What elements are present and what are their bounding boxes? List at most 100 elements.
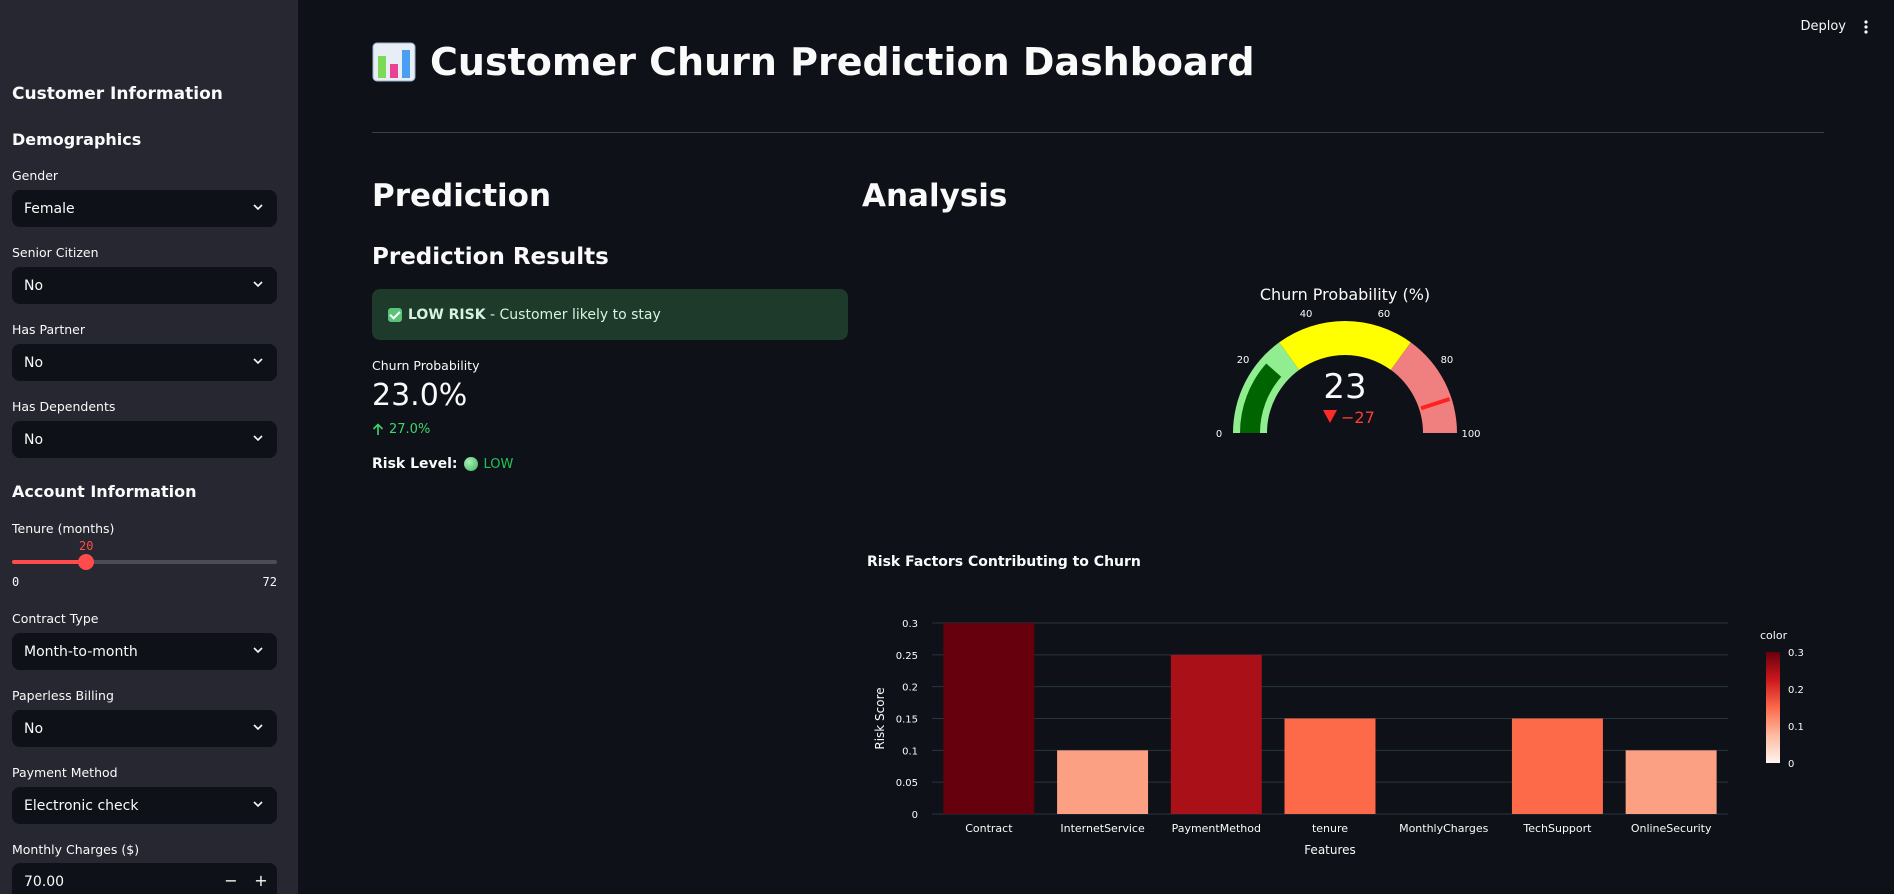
y-tick-label: 0.15	[896, 715, 918, 726]
x-tick-label: InternetService	[1060, 822, 1145, 835]
y-tick-label: 0.1	[902, 746, 918, 757]
increment-button[interactable]: +	[251, 871, 271, 891]
bar-chart-title: Risk Factors Contributing to Churn	[867, 554, 1141, 570]
results-heading: Prediction Results	[372, 244, 609, 270]
colorbar-tick-label: 0.1	[1788, 722, 1804, 733]
success-alert: LOW RISK - Customer likely to stay	[372, 289, 848, 340]
dependents-label: Has Dependents	[12, 399, 116, 414]
payment-value: Electronic check	[24, 797, 139, 814]
chevron-down-icon	[253, 358, 263, 365]
contract-select[interactable]: Month-to-month	[12, 633, 277, 670]
check-icon	[388, 307, 402, 322]
chevron-down-icon	[253, 647, 263, 654]
decrement-button[interactable]: −	[221, 871, 241, 891]
monthly-input[interactable]: 70.00 − +	[12, 863, 277, 894]
gauge-chart: Churn Probability (%) 0 20 40 60 80 100 23−27	[1216, 285, 1481, 440]
x-tick-label: OnlineSecurity	[1631, 822, 1712, 835]
colorbar-title: color	[1760, 629, 1788, 642]
payment-label: Payment Method	[12, 765, 118, 780]
metric-label: Churn Probability	[372, 358, 480, 373]
chevron-down-icon	[253, 724, 263, 731]
colorbar	[1766, 652, 1780, 763]
gauge-tick-label: 20	[1237, 355, 1250, 366]
bar-Contract	[943, 623, 1035, 814]
gauge-tick-label: 0	[1216, 429, 1222, 440]
paperless-select[interactable]: No	[12, 710, 277, 747]
bar-PaymentMethod	[1170, 654, 1262, 814]
senior-select[interactable]: No	[12, 267, 277, 304]
y-tick-label: 0.05	[896, 778, 918, 789]
gauge-delta: −27	[1341, 408, 1375, 427]
x-tick-label: MonthlyCharges	[1399, 822, 1489, 835]
alert-text: - Customer likely to stay	[485, 306, 661, 323]
y-tick-label: 0.25	[896, 651, 918, 662]
page-title-row: Customer Churn Prediction Dashboard	[372, 40, 1255, 84]
gauge-delta-triangle-icon	[1323, 410, 1337, 423]
gauge-step-1	[1279, 321, 1411, 370]
metric-value: 23.0%	[372, 378, 468, 413]
sidebar: Customer Information Demographics Gender…	[0, 0, 298, 894]
chevron-down-icon	[253, 281, 263, 288]
divider	[372, 132, 1824, 133]
risk-label: Risk Level:	[372, 456, 458, 472]
tenure-value: 20	[79, 539, 94, 553]
partner-select[interactable]: No	[12, 344, 277, 381]
monthly-value: 70.00	[24, 873, 65, 890]
x-axis-label: Features	[1304, 843, 1356, 857]
dependents-value: No	[24, 431, 44, 448]
tenure-min: 0	[12, 575, 20, 589]
partner-value: No	[24, 354, 44, 371]
gauge-title: Churn Probability (%)	[1260, 285, 1430, 304]
risk-value: LOW	[483, 456, 514, 472]
contract-value: Month-to-month	[24, 643, 138, 660]
tenure-label: Tenure (months)	[12, 521, 115, 536]
gender-select[interactable]: Female	[12, 190, 277, 227]
tenure-max: 72	[262, 575, 277, 589]
x-tick-label: TechSupport	[1522, 822, 1592, 835]
gauge-tick-label: 40	[1300, 309, 1313, 320]
x-tick-label: PaymentMethod	[1172, 822, 1261, 835]
bar-chart-icon	[372, 42, 416, 82]
account-heading: Account Information	[12, 482, 197, 501]
tenure-slider-thumb[interactable]	[77, 554, 94, 570]
partner-label: Has Partner	[12, 322, 85, 337]
paperless-value: No	[24, 720, 44, 737]
x-tick-label: Contract	[965, 822, 1013, 835]
risk-bar-chart: Risk Factors Contributing to Churn 0 0.05 0…	[867, 554, 1804, 857]
alert-bold: LOW RISK	[408, 306, 486, 323]
colorbar-tick-label: 0.3	[1788, 648, 1804, 659]
contract-label: Contract Type	[12, 611, 99, 626]
bar-OnlineSecurity	[1625, 750, 1717, 814]
gauge-tick-label: 60	[1378, 309, 1391, 320]
metric-delta: 27.0%	[372, 422, 430, 437]
chevron-down-icon	[253, 204, 263, 211]
gauge-tick-label: 100	[1461, 429, 1480, 440]
bar-TechSupport	[1511, 718, 1603, 814]
arrow-up-icon	[372, 423, 384, 435]
tenure-slider-fill	[12, 560, 86, 564]
colorbar-tick-label: 0.2	[1788, 685, 1804, 696]
monthly-label: Monthly Charges ($)	[12, 842, 140, 857]
chevron-down-icon	[253, 801, 263, 808]
demographics-heading: Demographics	[12, 130, 142, 149]
y-tick-label: 0	[912, 810, 918, 821]
payment-select[interactable]: Electronic check	[12, 787, 277, 824]
senior-label: Senior Citizen	[12, 245, 99, 260]
prediction-heading: Prediction	[372, 178, 552, 214]
gender-label: Gender	[12, 168, 59, 183]
x-tick-label: tenure	[1312, 822, 1348, 835]
gauge-tick-label: 80	[1441, 355, 1454, 366]
deploy-button[interactable]: Deploy	[1800, 19, 1846, 34]
page-title: Customer Churn Prediction Dashboard	[430, 40, 1255, 84]
dependents-select[interactable]: No	[12, 421, 277, 458]
senior-value: No	[24, 277, 44, 294]
y-tick-label: 0.3	[902, 619, 918, 630]
analysis-heading: Analysis	[862, 178, 1008, 214]
gauge-value: 23	[1323, 367, 1366, 407]
tenure-slider[interactable]	[12, 554, 277, 570]
chevron-down-icon	[253, 435, 263, 442]
paperless-label: Paperless Billing	[12, 688, 114, 703]
more-menu-icon[interactable]	[1864, 20, 1868, 34]
risk-level: Risk Level: LOW	[372, 456, 513, 472]
sidebar-heading: Customer Information	[12, 84, 223, 104]
